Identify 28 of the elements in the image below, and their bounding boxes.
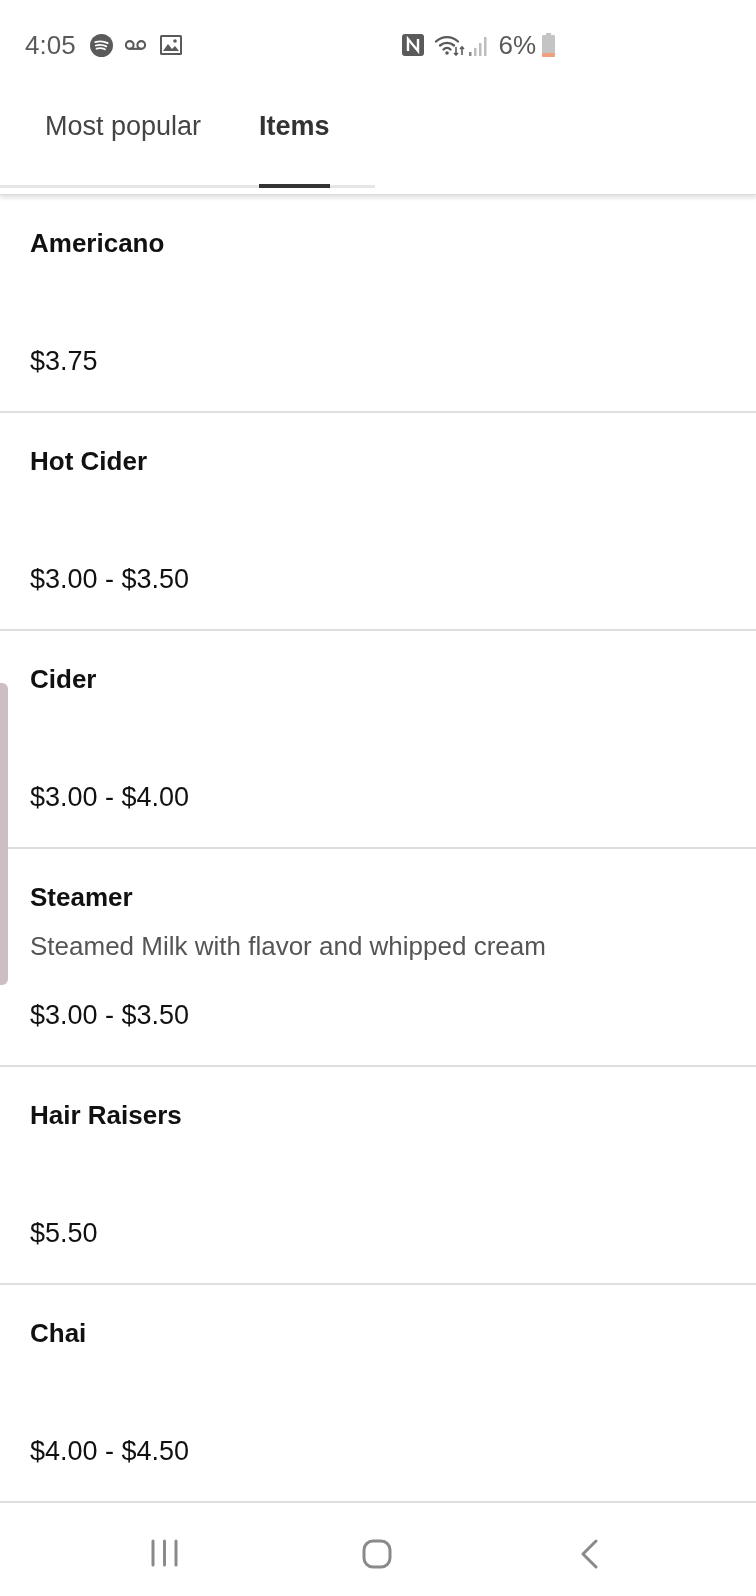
- sound-waves-circle-icon: [89, 33, 113, 57]
- battery-icon: [542, 33, 556, 57]
- item-description: Steamed Milk with flavor and whipped cream: [30, 931, 546, 961]
- image-icon: [159, 35, 182, 55]
- recent-apps-icon[interactable]: [151, 1539, 178, 1567]
- item-price: $3.00 - $3.50: [30, 564, 190, 594]
- item-name: Americano: [30, 228, 165, 258]
- signal-icon: [467, 34, 490, 56]
- item-name: Cider: [30, 664, 97, 694]
- tab[interactable]: Most popular: [45, 90, 202, 188]
- item-price: $4.00 - $4.50: [30, 1436, 190, 1466]
- item-name: Steamer: [30, 882, 133, 912]
- tab[interactable]: Items: [259, 90, 330, 188]
- item-price: $3.00 - $4.00: [30, 782, 190, 812]
- item-name: Chai: [30, 1318, 87, 1348]
- item-name: Hot Cider: [30, 446, 147, 476]
- item-price: $3.75: [30, 346, 98, 376]
- home-icon[interactable]: [362, 1539, 392, 1569]
- status-time: 4:05: [25, 32, 76, 58]
- item-price: $5.50: [30, 1218, 98, 1248]
- item-name: Hair Raisers: [30, 1100, 182, 1130]
- wifi-icon: [433, 34, 466, 56]
- item-price: $3.00 - $3.50: [30, 1000, 190, 1030]
- nfc-icon: [401, 34, 424, 56]
- voicemail-icon: [123, 39, 147, 51]
- edge-panel-handle[interactable]: [0, 683, 8, 985]
- back-icon[interactable]: [580, 1539, 598, 1569]
- battery-percent: 6%: [498, 32, 537, 58]
